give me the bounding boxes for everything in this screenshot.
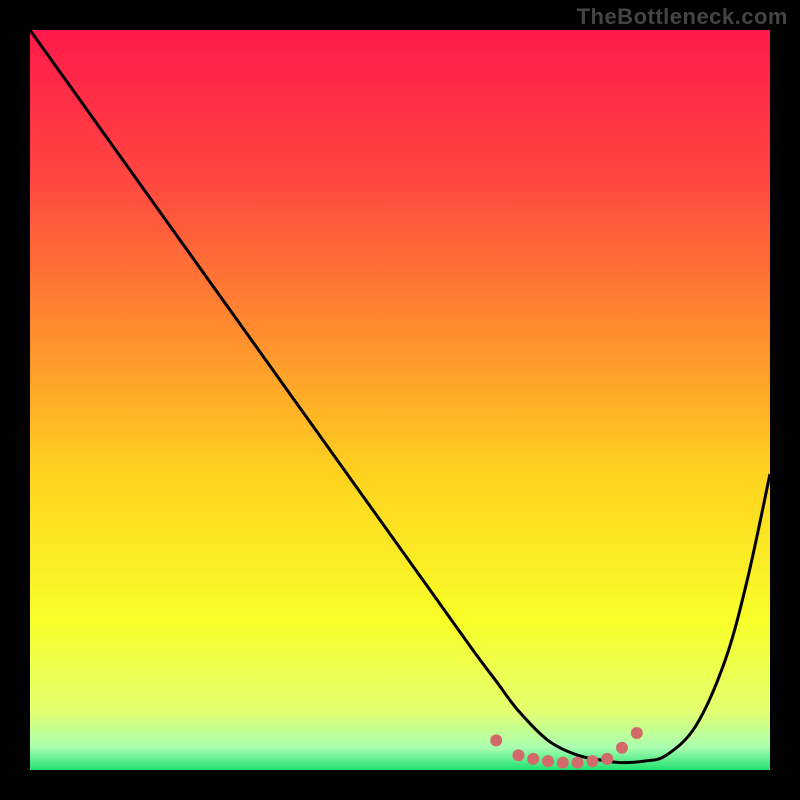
marker-dot [586, 755, 598, 767]
marker-dot [631, 727, 643, 739]
chart-frame: TheBottleneck.com [0, 0, 800, 800]
marker-dot [572, 757, 584, 769]
marker-dot [616, 742, 628, 754]
marker-dot [512, 749, 524, 761]
plot-gradient-bg [30, 30, 770, 770]
watermark-label: TheBottleneck.com [577, 4, 788, 30]
marker-dot [527, 753, 539, 765]
marker-dot [557, 757, 569, 769]
marker-dot [542, 755, 554, 767]
marker-dot [601, 753, 613, 765]
marker-dot [490, 734, 502, 746]
plot-svg [0, 0, 800, 800]
